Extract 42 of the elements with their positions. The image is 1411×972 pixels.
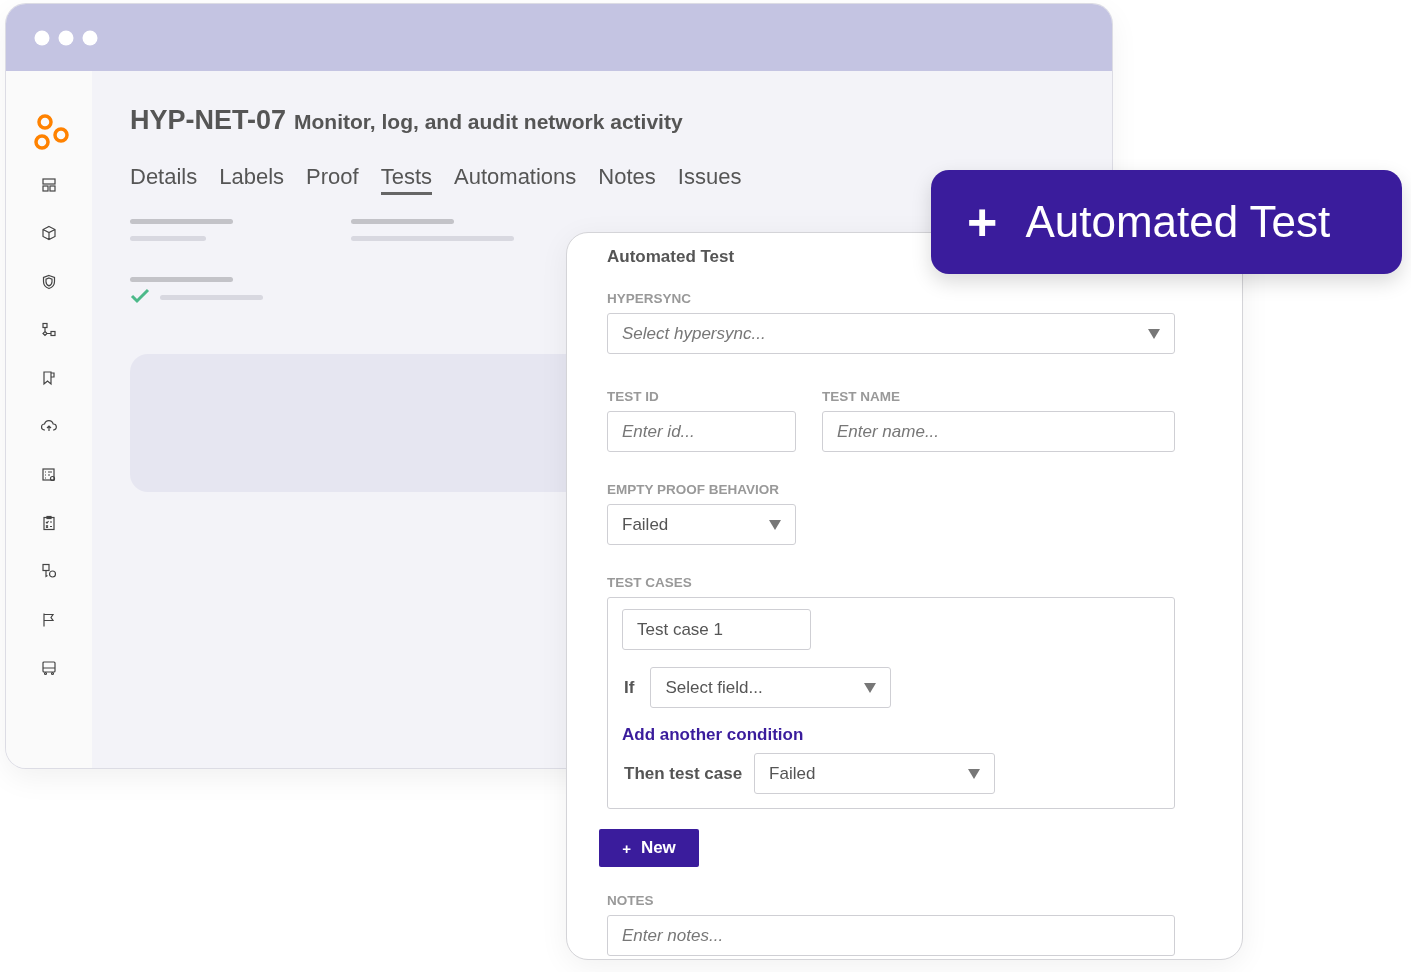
shield-icon[interactable] bbox=[41, 273, 57, 290]
banner-title: Automated Test bbox=[1025, 197, 1331, 247]
test-case-name-field[interactable]: Test case 1 bbox=[622, 609, 811, 650]
new-button[interactable]: + New bbox=[599, 829, 699, 867]
window-dots-icon bbox=[34, 29, 98, 46]
field-label: TEST ID bbox=[607, 389, 660, 404]
test-name-field[interactable]: Enter name... bbox=[822, 411, 1175, 452]
tab[interactable]: Notes bbox=[598, 164, 656, 195]
field-label: HYPERSYNC bbox=[607, 291, 692, 306]
bus-icon[interactable] bbox=[41, 659, 57, 676]
field-label: EMPTY PROOF BEHAVIOR bbox=[607, 482, 780, 497]
then-label: Then test case bbox=[624, 763, 743, 784]
if-label: If bbox=[624, 677, 635, 698]
field-label: TEST NAME bbox=[822, 389, 901, 404]
layout-icon[interactable] bbox=[41, 177, 57, 193]
add-condition-link[interactable]: Add another condition bbox=[622, 725, 804, 745]
bookmark-icon[interactable] bbox=[41, 370, 57, 387]
field-label: NOTES bbox=[607, 893, 654, 908]
hypersync-dropdown[interactable]: Select hypersync... bbox=[607, 313, 1175, 354]
tab[interactable]: Issues bbox=[677, 164, 742, 195]
logo-icon bbox=[32, 113, 72, 153]
form-title: Automated Test bbox=[607, 247, 735, 267]
tab[interactable]: Automations bbox=[454, 164, 577, 195]
test-id-field[interactable]: Enter id... bbox=[607, 411, 796, 452]
tab[interactable]: Tests bbox=[380, 164, 433, 195]
control-title: Monitor, log, and audit network activity bbox=[294, 110, 683, 134]
checkmark-icon bbox=[130, 288, 150, 304]
notes-field[interactable]: Enter notes... bbox=[607, 915, 1175, 956]
clipboard-check-icon[interactable] bbox=[41, 515, 57, 532]
document-search-icon[interactable] bbox=[41, 466, 57, 483]
flowchart-icon[interactable] bbox=[41, 321, 57, 338]
tab[interactable]: Proof bbox=[306, 164, 359, 195]
result-dropdown[interactable]: Failed bbox=[754, 753, 996, 794]
tab[interactable]: Details bbox=[130, 164, 198, 195]
field-label: TEST CASES bbox=[607, 575, 692, 590]
plus-icon: + bbox=[967, 196, 998, 248]
tab[interactable]: Labels bbox=[219, 164, 285, 195]
box-icon[interactable] bbox=[41, 225, 57, 242]
flag-icon[interactable] bbox=[41, 611, 57, 628]
field-dropdown[interactable]: Select field... bbox=[650, 667, 892, 708]
empty-proof-dropdown[interactable]: Failed bbox=[607, 504, 796, 545]
control-id: HYP-NET-07 bbox=[130, 105, 287, 136]
